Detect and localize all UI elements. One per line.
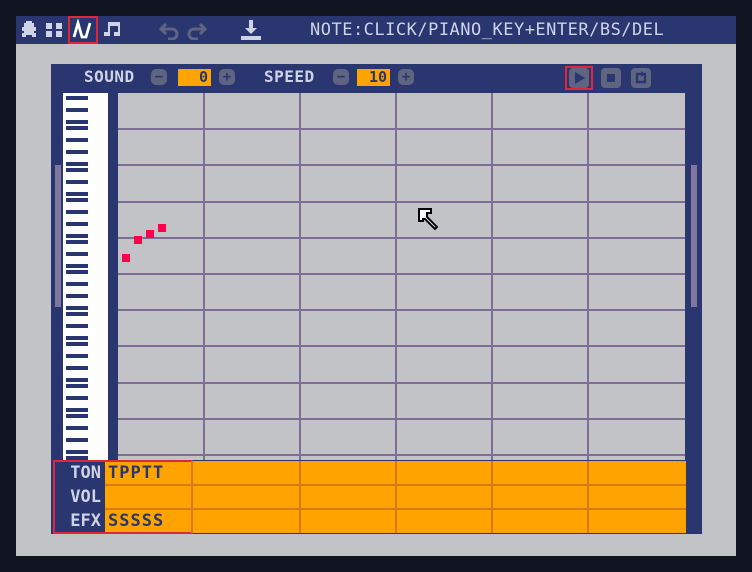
stop-icon bbox=[601, 68, 621, 88]
speed-value: 10 bbox=[357, 69, 390, 86]
keyboard-divider bbox=[108, 93, 118, 460]
piano-key[interactable] bbox=[66, 324, 88, 328]
piano-key[interactable] bbox=[66, 282, 88, 286]
piano-key[interactable] bbox=[66, 168, 88, 172]
note-grid[interactable] bbox=[118, 93, 685, 460]
sound-decrement-button[interactable]: − bbox=[151, 69, 167, 85]
piano-key[interactable] bbox=[66, 408, 88, 412]
piano-key[interactable] bbox=[66, 198, 88, 202]
left-scrollbar[interactable] bbox=[55, 165, 61, 307]
piano-key[interactable] bbox=[66, 108, 88, 112]
right-scrollbar[interactable] bbox=[691, 165, 697, 307]
grid-column-line bbox=[587, 93, 589, 460]
piano-key[interactable] bbox=[66, 396, 88, 400]
piano-key[interactable] bbox=[66, 264, 88, 268]
loop-icon bbox=[631, 68, 651, 88]
piano-key[interactable] bbox=[66, 96, 88, 100]
piano-key[interactable] bbox=[66, 336, 88, 340]
piano-key[interactable] bbox=[66, 342, 88, 346]
piano-key[interactable] bbox=[66, 162, 88, 166]
stop-button[interactable] bbox=[597, 66, 625, 90]
speed-label: SPEED bbox=[264, 67, 315, 86]
piano-key[interactable] bbox=[66, 426, 88, 430]
piano-key[interactable] bbox=[66, 270, 88, 274]
download-icon[interactable] bbox=[238, 16, 264, 44]
grid-column-line bbox=[395, 93, 397, 460]
grid-column-line bbox=[491, 93, 493, 460]
piano-key[interactable] bbox=[66, 378, 88, 382]
map-editor-icon[interactable] bbox=[44, 16, 66, 44]
speed-increment-button[interactable]: + bbox=[398, 69, 414, 85]
piano-key[interactable] bbox=[66, 414, 88, 418]
play-icon bbox=[569, 68, 589, 88]
note-block[interactable] bbox=[134, 236, 142, 244]
grid-column-line bbox=[203, 93, 205, 460]
piano-key[interactable] bbox=[66, 450, 88, 454]
param-selection-highlight bbox=[53, 460, 193, 534]
piano-key[interactable] bbox=[66, 126, 88, 130]
piano-key[interactable] bbox=[66, 354, 88, 358]
sound-editor-app: NOTE:CLICK/PIANO_KEY+ENTER/BS/DEL SOUND … bbox=[0, 0, 752, 572]
piano-key[interactable] bbox=[66, 150, 88, 154]
piano-key[interactable] bbox=[66, 438, 88, 442]
mouse-cursor-icon bbox=[418, 208, 439, 231]
piano-key[interactable] bbox=[66, 294, 88, 298]
piano-key[interactable] bbox=[66, 192, 88, 196]
piano-key[interactable] bbox=[66, 312, 88, 316]
menu-bar: NOTE:CLICK/PIANO_KEY+ENTER/BS/DEL bbox=[16, 16, 736, 44]
param-column-line bbox=[491, 461, 493, 533]
piano-keyboard[interactable] bbox=[63, 93, 104, 460]
speed-decrement-button[interactable]: − bbox=[333, 69, 349, 85]
piano-key[interactable] bbox=[66, 384, 88, 388]
sound-editor-icon[interactable] bbox=[68, 16, 98, 44]
loop-button[interactable] bbox=[627, 66, 655, 90]
param-column-line bbox=[395, 461, 397, 533]
note-block[interactable] bbox=[146, 230, 154, 238]
note-block[interactable] bbox=[122, 254, 130, 262]
sound-increment-button[interactable]: + bbox=[219, 69, 235, 85]
piano-key[interactable] bbox=[66, 180, 88, 184]
play-button[interactable] bbox=[565, 66, 593, 90]
piano-key[interactable] bbox=[66, 120, 88, 124]
piano-key[interactable] bbox=[66, 366, 88, 370]
param-column-line bbox=[299, 461, 301, 533]
note-block[interactable] bbox=[158, 224, 166, 232]
piano-key[interactable] bbox=[66, 306, 88, 310]
music-editor-icon[interactable] bbox=[100, 16, 124, 44]
param-column-line bbox=[587, 461, 589, 533]
piano-key[interactable] bbox=[66, 240, 88, 244]
piano-key[interactable] bbox=[66, 234, 88, 238]
sprite-editor-icon[interactable] bbox=[18, 16, 40, 44]
param-column-line bbox=[191, 461, 193, 533]
sound-label: SOUND bbox=[84, 67, 135, 86]
window-header: SOUND − 0 + SPEED − 10 + bbox=[51, 64, 702, 90]
sound-value: 0 bbox=[178, 69, 211, 86]
grid-column-line bbox=[299, 93, 301, 460]
redo-icon[interactable] bbox=[184, 16, 210, 44]
undo-icon[interactable] bbox=[156, 16, 182, 44]
piano-key[interactable] bbox=[66, 138, 88, 142]
piano-key[interactable] bbox=[66, 210, 88, 214]
hint-text: NOTE:CLICK/PIANO_KEY+ENTER/BS/DEL bbox=[310, 20, 665, 40]
piano-key[interactable] bbox=[66, 252, 88, 256]
piano-key[interactable] bbox=[66, 222, 88, 226]
